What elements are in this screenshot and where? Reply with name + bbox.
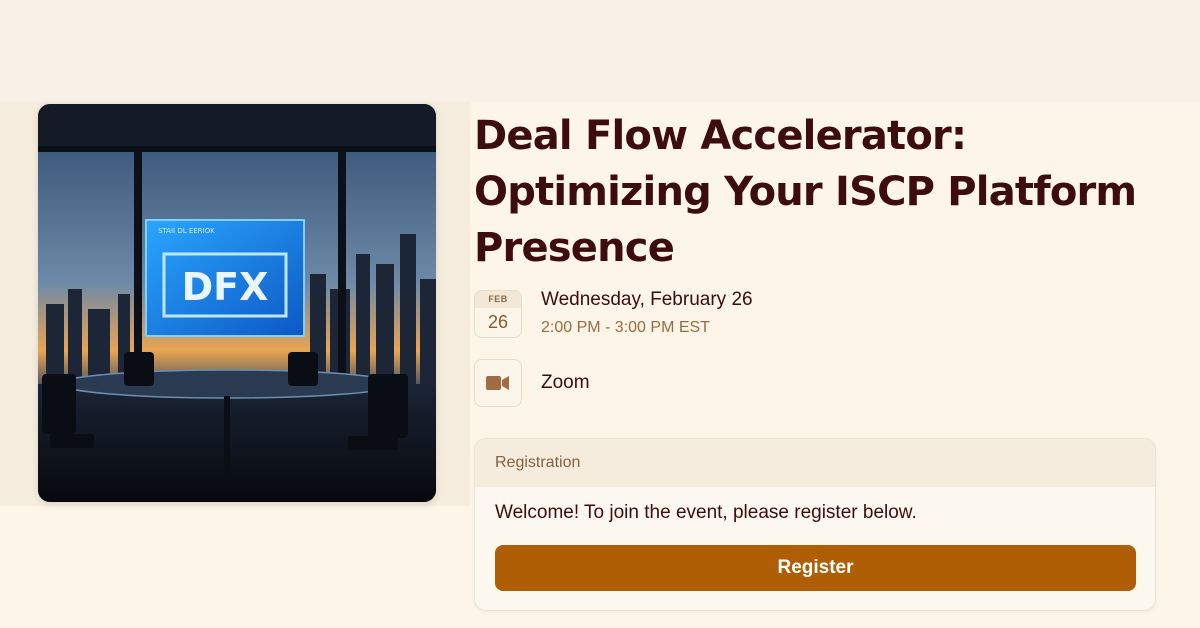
location-badge xyxy=(474,359,522,407)
event-time: 2:00 PM - 3:00 PM EST xyxy=(541,319,710,336)
registration-message: Welcome! To join the event, please regis… xyxy=(495,502,917,523)
event-date: Wednesday, February 26 xyxy=(541,289,753,310)
register-button[interactable]: Register xyxy=(495,545,1136,591)
event-location: Zoom xyxy=(541,372,590,393)
cover-logo: DFX xyxy=(182,265,269,309)
event-title: Deal Flow Accelerator: Optimizing Your I… xyxy=(474,113,1137,271)
screen-caption: STAII DL EERIOK xyxy=(158,227,215,235)
event-cover-image: STAII DL EERIOK DFX xyxy=(38,104,436,502)
registration-card: Registration Welcome! To join the event,… xyxy=(474,438,1156,611)
video-camera-icon xyxy=(486,376,509,390)
date-badge-month: FEB xyxy=(475,291,521,308)
top-band xyxy=(0,0,1200,102)
registration-header: Registration xyxy=(475,439,1155,487)
date-badge-day: 26 xyxy=(487,312,509,332)
date-badge: FEB 26 xyxy=(474,290,522,338)
